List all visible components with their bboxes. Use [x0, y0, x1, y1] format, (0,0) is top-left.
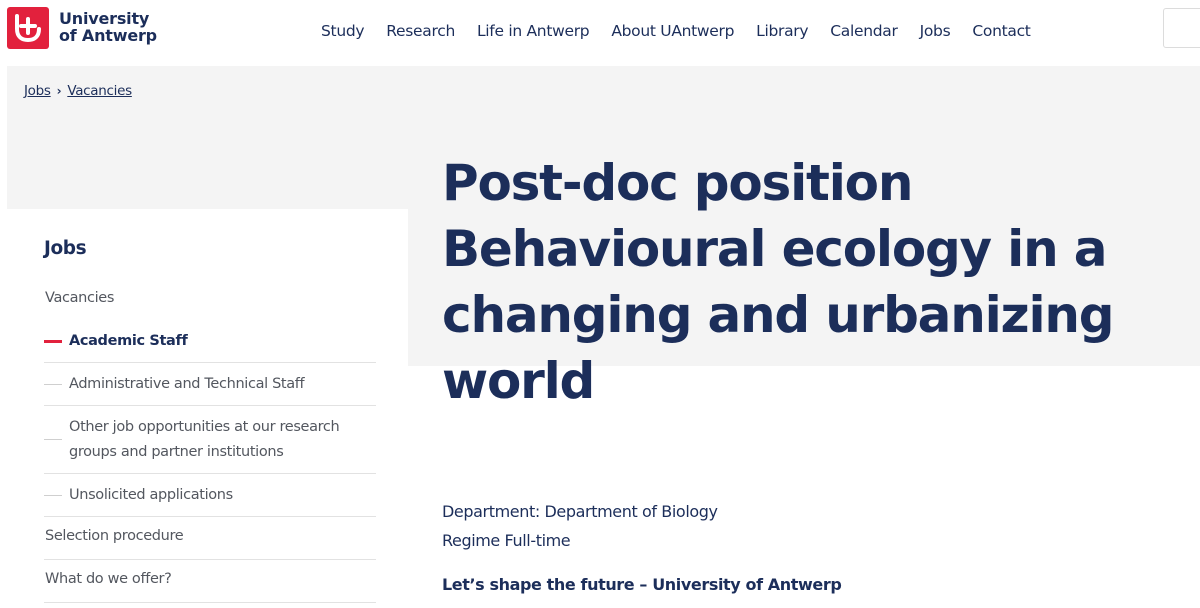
breadcrumb-jobs[interactable]: Jobs	[24, 83, 51, 99]
item-marker	[44, 439, 62, 440]
divider	[44, 516, 376, 517]
nav-item-study[interactable]: Study	[321, 22, 365, 40]
logo-line-1: University	[59, 9, 150, 28]
logo-line-2: of Antwerp	[59, 26, 157, 45]
sidebar-item-label: Academic Staff	[69, 333, 188, 349]
page-title: Post-doc position Behavioural ecology in…	[442, 154, 1115, 410]
divider	[44, 559, 376, 560]
nav-item-life-in-antwerp[interactable]: Life in Antwerp	[477, 22, 590, 40]
sidebar-item-label: Other job opportunities at our research …	[69, 419, 340, 460]
sidebar-item-academic-staff[interactable]: Academic Staff	[44, 329, 376, 354]
logo-text[interactable]: University of Antwerp	[59, 10, 157, 44]
tagline: Let’s shape the future – University of A…	[442, 575, 842, 594]
logo-glyph	[15, 14, 41, 43]
sidebar-item-unsolicited[interactable]: Unsolicited applications	[44, 483, 376, 508]
department-text: Department: Department of Biology	[442, 502, 718, 521]
search-button[interactable]	[1163, 8, 1200, 48]
nav-item-about[interactable]: About UAntwerp	[611, 22, 734, 40]
nav-item-library[interactable]: Library	[756, 22, 808, 40]
nav-item-research[interactable]: Research	[386, 22, 455, 40]
sidebar	[7, 209, 408, 608]
sidebar-item-offer[interactable]: What do we offer?	[45, 571, 172, 587]
divider	[44, 362, 376, 363]
divider	[44, 473, 376, 474]
divider	[44, 602, 376, 603]
sidebar-item-administrative-staff[interactable]: Administrative and Technical Staff	[44, 372, 376, 397]
chevron-right-icon: ›	[56, 84, 62, 98]
divider	[44, 405, 376, 406]
item-marker	[44, 495, 62, 496]
sidebar-item-label: Administrative and Technical Staff	[69, 376, 305, 392]
sidebar-item-other-opportunities[interactable]: Other job opportunities at our research …	[44, 415, 376, 465]
sidebar-item-vacancies[interactable]: Vacancies	[45, 290, 114, 306]
nav-item-contact[interactable]: Contact	[972, 22, 1031, 40]
nav-item-jobs[interactable]: Jobs	[920, 22, 951, 40]
nav-item-calendar[interactable]: Calendar	[830, 22, 898, 40]
active-marker	[44, 340, 62, 343]
regime-text: Regime Full-time	[442, 531, 571, 550]
sidebar-item-selection[interactable]: Selection procedure	[45, 528, 184, 544]
breadcrumb: Jobs › Vacancies	[24, 83, 132, 99]
sidebar-item-label: Unsolicited applications	[69, 487, 233, 503]
item-marker	[44, 384, 62, 385]
uantwerp-logo-icon[interactable]	[7, 7, 49, 49]
main-nav: Study Research Life in Antwerp About UAn…	[310, 0, 1042, 62]
site-header: University of Antwerp Study Research Lif…	[0, 0, 1200, 66]
sidebar-title[interactable]: Jobs	[44, 238, 87, 259]
breadcrumb-vacancies[interactable]: Vacancies	[67, 83, 132, 99]
